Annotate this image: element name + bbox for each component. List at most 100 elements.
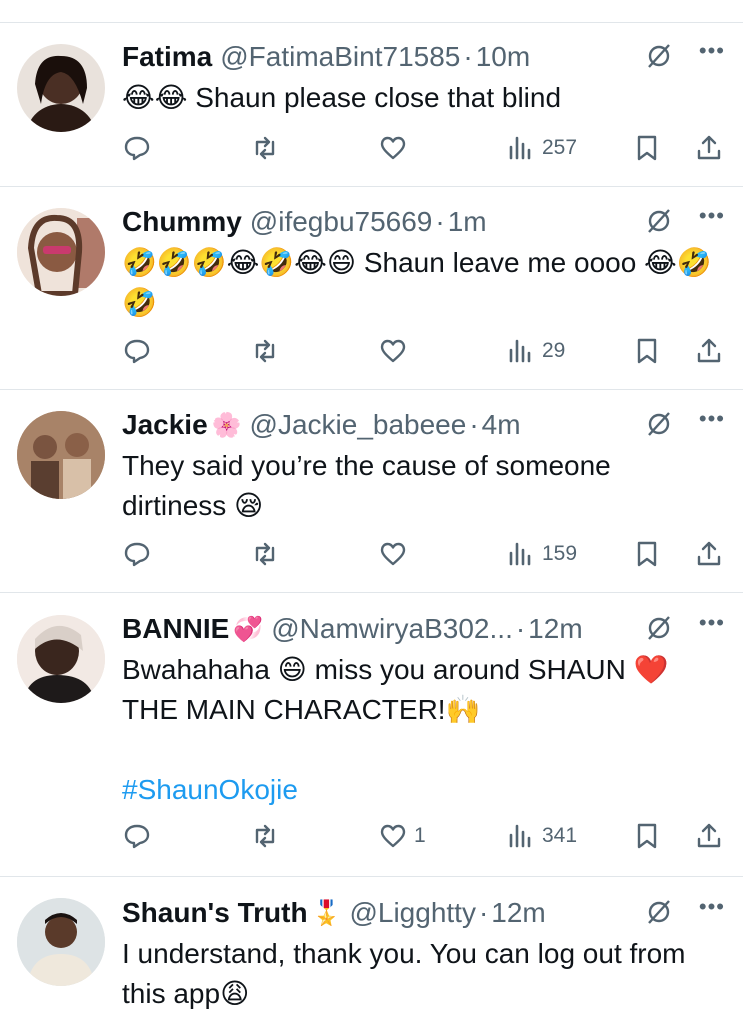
user-handle[interactable]: @Ligghtty <box>349 897 476 929</box>
tweet-item[interactable]: Shaun's Truth 🎖️ @Ligghtty · 12m ••• I u… <box>0 894 743 1024</box>
top-divider <box>0 22 743 23</box>
grok-icon[interactable] <box>645 898 673 926</box>
views-button[interactable]: 159 <box>506 534 577 574</box>
separator-dot: · <box>478 897 489 928</box>
user-handle[interactable]: @FatimaBint71585 <box>220 41 460 73</box>
name-badge: 🌸 <box>211 411 242 439</box>
views-button[interactable]: 257 <box>506 128 577 168</box>
divider <box>0 876 743 877</box>
retweet-icon <box>255 136 275 160</box>
display-name[interactable]: Fatima <box>122 41 212 73</box>
like-button[interactable] <box>378 534 414 574</box>
retweet-icon <box>255 542 275 566</box>
bookmark-icon <box>637 135 657 161</box>
reply-button[interactable] <box>122 534 152 574</box>
like-button[interactable]: 1 <box>378 816 426 856</box>
user-handle[interactable]: @ifegbu75669 <box>250 206 433 238</box>
reply-icon <box>124 339 150 364</box>
separator-dot: · <box>435 206 445 237</box>
timestamp[interactable]: 1m <box>448 206 487 238</box>
reply-button[interactable] <box>122 331 152 371</box>
bookmark-button[interactable] <box>632 816 662 856</box>
views-count: 341 <box>542 824 578 847</box>
like-icon <box>380 542 406 566</box>
user-handle[interactable]: @NamwiryaB302... <box>271 613 513 645</box>
hashtag-link[interactable]: #ShaunOkojie <box>122 770 722 810</box>
separator-dot: · <box>463 41 473 72</box>
retweet-icon <box>255 824 275 848</box>
share-button[interactable] <box>694 128 724 168</box>
avatar[interactable] <box>17 615 105 703</box>
divider <box>0 389 743 390</box>
timestamp[interactable]: 10m <box>476 41 530 73</box>
tweet-text: I understand, thank you. You can log out… <box>122 938 686 1009</box>
divider <box>0 592 743 593</box>
views-button[interactable]: 29 <box>506 331 565 371</box>
bookmark-icon <box>637 823 657 849</box>
views-icon <box>509 824 531 848</box>
retweet-button[interactable] <box>250 816 280 856</box>
share-button[interactable] <box>694 534 724 574</box>
display-name[interactable]: Shaun's Truth <box>122 897 308 929</box>
action-bar: 159 <box>122 534 727 574</box>
timestamp[interactable]: 4m <box>482 409 521 441</box>
tweet-item[interactable]: Jackie 🌸 @Jackie_babeee · 4m ••• They sa… <box>0 406 743 592</box>
avatar[interactable] <box>17 44 105 132</box>
retweet-button[interactable] <box>250 331 280 371</box>
share-icon <box>697 135 721 160</box>
views-count: 29 <box>542 339 566 362</box>
tweet-item[interactable]: Fatima @FatimaBint71585 · 10m ••• 😂😂 Sha… <box>0 38 743 186</box>
retweet-button[interactable] <box>250 534 280 574</box>
reply-button[interactable] <box>122 816 152 856</box>
retweet-button[interactable] <box>250 128 280 168</box>
more-icon[interactable]: ••• <box>699 894 725 920</box>
separator-dot: · <box>515 613 526 644</box>
name-badge: 🎖️ <box>311 899 342 927</box>
bookmark-button[interactable] <box>632 534 662 574</box>
reply-icon <box>124 542 150 567</box>
views-count: 257 <box>542 136 578 159</box>
grok-icon[interactable] <box>645 42 673 70</box>
views-icon <box>509 542 531 566</box>
like-icon <box>380 824 406 848</box>
bookmark-button[interactable] <box>632 331 662 371</box>
avatar[interactable] <box>17 208 105 296</box>
reply-icon <box>124 136 150 161</box>
display-name[interactable]: BANNIE <box>122 613 229 645</box>
user-handle[interactable]: @Jackie_babeee <box>250 409 467 441</box>
share-button[interactable] <box>694 816 724 856</box>
views-count: 159 <box>542 542 578 565</box>
like-button[interactable] <box>378 331 414 371</box>
grok-icon[interactable] <box>645 207 673 235</box>
retweet-icon <box>255 339 275 363</box>
grok-icon[interactable] <box>645 614 673 642</box>
more-icon[interactable]: ••• <box>699 203 725 229</box>
tweet-item[interactable]: BANNIE 💞 @NamwiryaB302... · 12m ••• Bwah… <box>0 610 743 876</box>
reply-button[interactable] <box>122 128 152 168</box>
like-icon <box>380 339 406 363</box>
share-icon <box>697 823 721 848</box>
tweet-body: Bwahahaha 😄 miss you around SHAUN ❤️ THE… <box>122 650 722 810</box>
action-bar: 1 341 <box>122 816 727 856</box>
share-icon <box>697 541 721 566</box>
bookmark-button[interactable] <box>632 128 662 168</box>
timestamp[interactable]: 12m <box>491 897 545 929</box>
display-name[interactable]: Chummy <box>122 206 242 238</box>
display-name[interactable]: Jackie <box>122 409 208 441</box>
divider <box>0 186 743 187</box>
views-button[interactable]: 341 <box>506 816 577 856</box>
timestamp[interactable]: 12m <box>528 613 582 645</box>
more-icon[interactable]: ••• <box>699 38 725 64</box>
like-icon <box>380 136 406 160</box>
like-button[interactable] <box>378 128 414 168</box>
more-icon[interactable]: ••• <box>699 610 725 636</box>
grok-icon[interactable] <box>645 410 673 438</box>
bookmark-icon <box>637 541 657 567</box>
avatar[interactable] <box>17 411 105 499</box>
tweet-text: Bwahahaha 😄 miss you around SHAUN ❤️ THE… <box>122 654 669 725</box>
share-button[interactable] <box>694 331 724 371</box>
more-icon[interactable]: ••• <box>699 406 725 432</box>
tweet-text: 😂😂 Shaun please close that blind <box>122 82 562 113</box>
avatar[interactable] <box>17 898 105 986</box>
tweet-item[interactable]: Chummy @ifegbu75669 · 1m ••• 🤣🤣🤣😂🤣😂😄 Sha… <box>0 203 743 389</box>
